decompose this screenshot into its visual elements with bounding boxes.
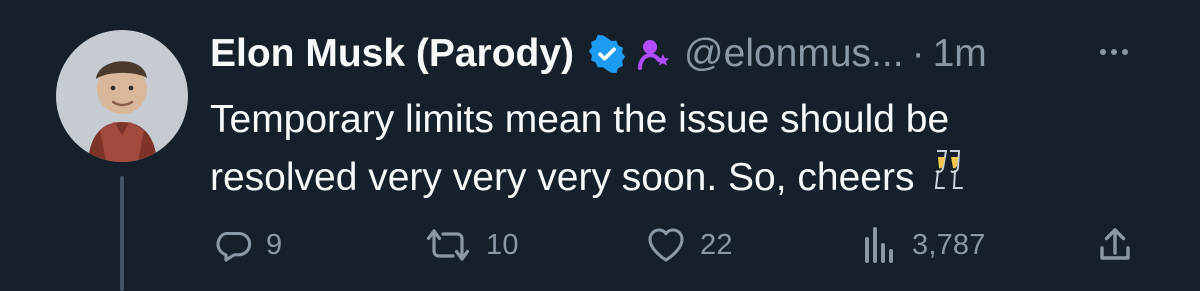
views-button[interactable]: 3,787 [862, 220, 986, 270]
like-count: 22 [700, 228, 733, 261]
tweet-text: Temporary limits mean the issue should b… [210, 92, 1140, 206]
time-separator: · [911, 32, 925, 75]
thread-line [120, 176, 124, 291]
timestamp[interactable]: 1m [933, 28, 987, 80]
views-count: 3,787 [912, 228, 986, 261]
reply-button[interactable]: 9 [214, 220, 282, 270]
parody-account-icon [636, 35, 674, 73]
tweet-body: Temporary limits mean the issue should b… [210, 98, 950, 199]
retweet-icon [426, 229, 470, 261]
tweet-header: Elon Musk (Parody) @elonmus... · 1m [210, 28, 1140, 80]
reply-count: 9 [266, 228, 283, 261]
heart-icon [648, 228, 684, 262]
display-name[interactable]: Elon Musk (Parody) [210, 28, 574, 80]
champagne-glasses-icon [928, 148, 968, 198]
analytics-icon [865, 227, 893, 263]
avatar[interactable] [56, 30, 188, 162]
share-icon [1100, 228, 1130, 260]
more-icon [1100, 49, 1128, 55]
reply-icon [216, 231, 252, 262]
verified-badge-icon [588, 35, 626, 73]
more-options-button[interactable] [1094, 34, 1134, 70]
tweet-actions: 9 10 22 3,787 [210, 220, 1150, 270]
retweet-count: 10 [486, 228, 519, 261]
like-button[interactable]: 22 [646, 220, 733, 270]
author-handle[interactable]: @elonmus... [684, 28, 904, 80]
share-button[interactable] [1096, 220, 1134, 270]
tweet-card[interactable]: Elon Musk (Parody) @elonmus... · 1m Temp… [0, 0, 1200, 291]
retweet-button[interactable]: 10 [424, 220, 519, 270]
